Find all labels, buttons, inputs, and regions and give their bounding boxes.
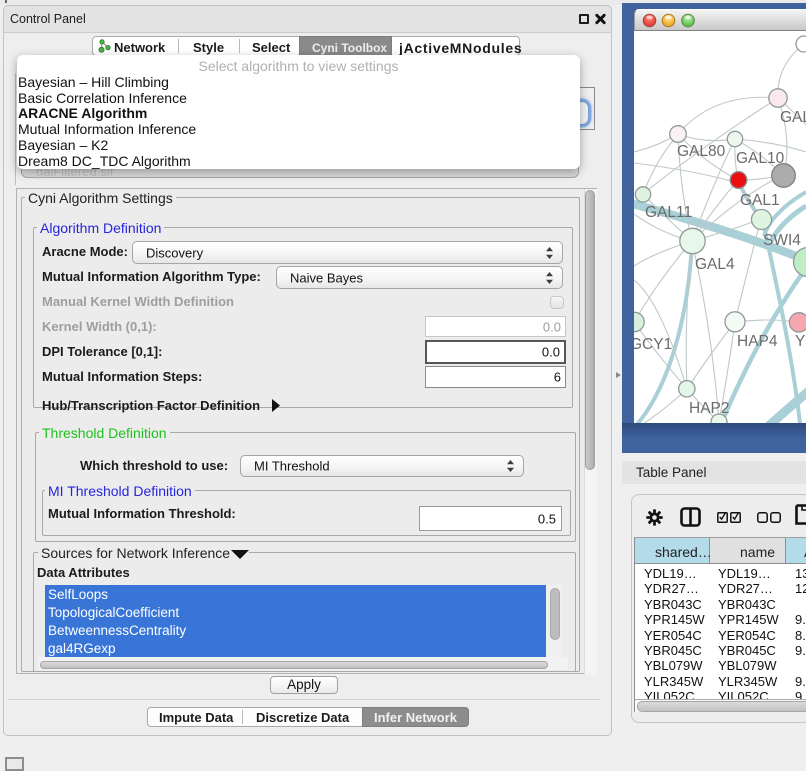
svg-text:GAL80: GAL80 xyxy=(677,143,726,160)
svg-text:GAL4: GAL4 xyxy=(695,256,735,273)
svg-text:HAP4: HAP4 xyxy=(737,333,778,350)
svg-text:GAL1: GAL1 xyxy=(740,192,780,209)
svg-text:HAP2: HAP2 xyxy=(689,400,730,417)
svg-text:GAL10: GAL10 xyxy=(736,150,785,167)
svg-text:YE: YE xyxy=(795,333,806,350)
svg-text:GCY1: GCY1 xyxy=(634,336,672,353)
svg-text:SWI4: SWI4 xyxy=(763,232,801,249)
svg-text:GAL2: GAL2 xyxy=(780,109,806,126)
svg-text:GAL11: GAL11 xyxy=(645,204,692,221)
